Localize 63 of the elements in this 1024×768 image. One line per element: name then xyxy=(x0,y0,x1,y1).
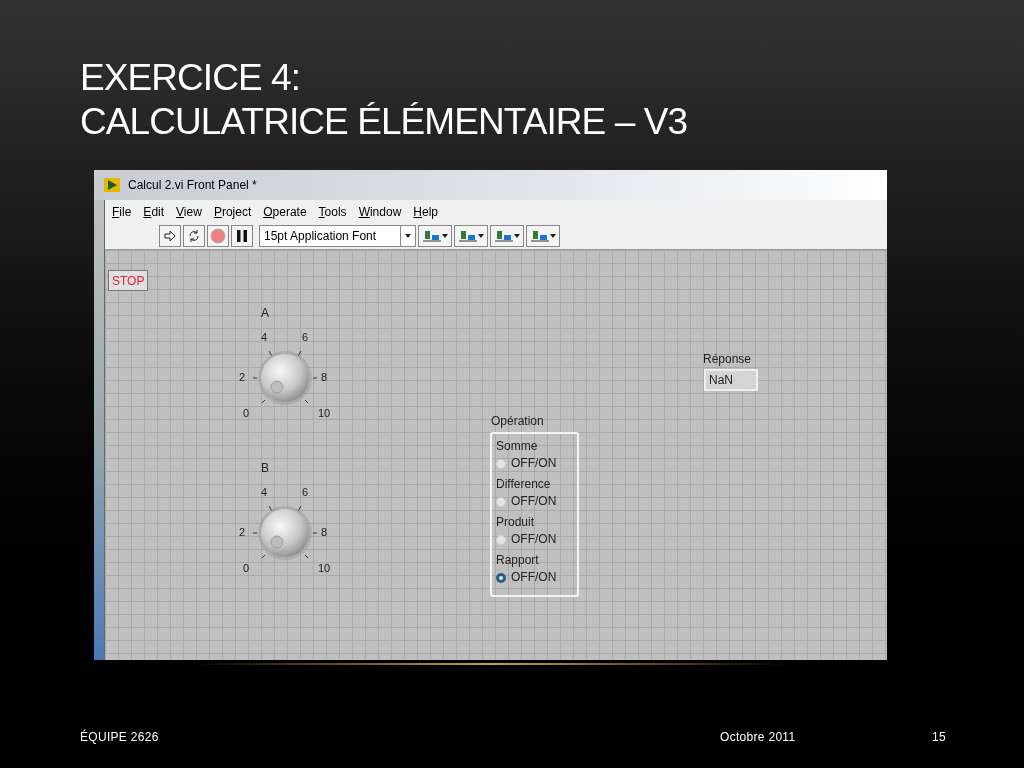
caret-icon xyxy=(477,234,484,238)
radio-option[interactable]: OFF/ON xyxy=(496,493,577,510)
scale-label: 0 xyxy=(243,563,250,574)
pause-button[interactable] xyxy=(231,225,253,247)
scale-label: 6 xyxy=(302,332,309,343)
caret-icon xyxy=(549,234,556,238)
knob-label: A xyxy=(261,305,269,322)
scale-label: 6 xyxy=(302,487,309,498)
menu-item[interactable]: Project xyxy=(213,202,252,221)
scale-label: 4 xyxy=(261,332,268,343)
run-button[interactable] xyxy=(159,225,181,247)
menu-item[interactable]: Tools xyxy=(318,202,347,221)
menu-item[interactable]: File xyxy=(112,202,132,221)
menu-item[interactable]: Window xyxy=(358,202,402,221)
run-continuously-button[interactable] xyxy=(183,225,205,247)
option-label: Somme xyxy=(496,438,539,455)
layout-icon xyxy=(422,229,441,243)
layout-icon xyxy=(530,229,549,243)
scale-label: 10 xyxy=(318,563,331,574)
cycle-arrows-icon xyxy=(187,229,201,243)
stop-circle-icon xyxy=(210,228,226,244)
reorder-button[interactable] xyxy=(526,225,560,247)
scale-label: 8 xyxy=(321,372,328,383)
app-icon xyxy=(104,178,120,192)
scale-label: 10 xyxy=(318,408,331,419)
menu-item[interactable]: View xyxy=(176,202,202,221)
radio-option[interactable]: OFF/ON xyxy=(496,531,577,548)
footer-team: ÉQUIPE 2626 xyxy=(80,728,160,746)
knob-label: B xyxy=(261,460,269,477)
footer-date: Octobre 2011 xyxy=(720,729,797,746)
numeric-indicator: NaN xyxy=(704,369,758,391)
caret-icon xyxy=(441,234,448,238)
scale-label: 2 xyxy=(239,372,246,383)
menu-item[interactable]: Operate xyxy=(263,202,307,221)
option-label: Rapport xyxy=(496,552,540,569)
distribute-objects-button[interactable] xyxy=(454,225,488,247)
slide-title: CALCULATRICE ÉLÉMENTAIRE – V3 xyxy=(80,100,689,144)
align-objects-button[interactable] xyxy=(418,225,452,247)
radio-option[interactable]: OFF/ON xyxy=(496,569,577,586)
resize-objects-button[interactable] xyxy=(490,225,524,247)
indicator-label: Réponse xyxy=(703,351,752,368)
menu-item[interactable]: Help xyxy=(413,202,438,221)
radio-button[interactable] xyxy=(496,572,506,583)
caret-icon xyxy=(405,234,411,238)
caret-icon xyxy=(513,234,520,238)
radio-option[interactable]: OFF/ON xyxy=(496,455,577,472)
stop-button[interactable]: STOP xyxy=(108,270,149,291)
slide-title: EXERCICE 4: xyxy=(80,56,302,100)
layout-icon xyxy=(458,229,477,243)
scale-label: 8 xyxy=(321,527,328,538)
option-label: Difference xyxy=(496,476,552,493)
option-label: Produit xyxy=(496,514,536,531)
group-label: Opération xyxy=(491,413,544,430)
layout-icon xyxy=(494,229,513,243)
scale-label: 0 xyxy=(243,408,250,419)
page-number: 15 xyxy=(932,729,946,746)
menu-item[interactable]: Edit xyxy=(143,202,165,221)
scale-label: 4 xyxy=(261,487,268,498)
font-dropdown[interactable]: 15pt Application Font xyxy=(259,225,416,247)
pause-icon xyxy=(237,230,247,242)
window-title: Calcul 2.vi Front Panel * xyxy=(128,177,257,194)
scale-label: 2 xyxy=(239,527,246,538)
arrow-icon xyxy=(163,229,177,243)
